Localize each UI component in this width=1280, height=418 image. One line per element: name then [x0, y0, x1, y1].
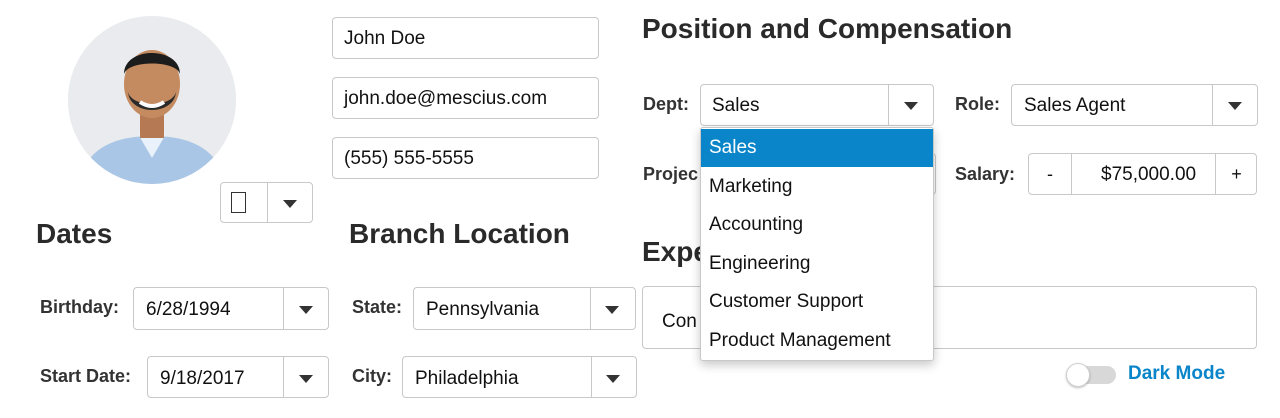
phone-field[interactable]: (555) 555-5555	[332, 137, 599, 179]
dept-dropdown-menu[interactable]: Sales Marketing Accounting Engineering C…	[700, 127, 934, 361]
person-avatar-icon	[68, 16, 236, 184]
photo-select[interactable]	[220, 182, 313, 223]
birthday-date-picker[interactable]: 6/28/1994	[133, 287, 329, 330]
chevron-down-icon	[283, 200, 297, 208]
project-label: Projec	[643, 164, 699, 184]
dates-heading: Dates	[36, 218, 113, 249]
dark-mode-label[interactable]: Dark Mode	[1128, 363, 1225, 385]
toggle-knob	[1066, 363, 1090, 387]
dept-option[interactable]: Marketing	[701, 168, 933, 206]
birthday-label: Birthday:	[40, 297, 120, 317]
salary-decrement-button[interactable]: -	[1029, 154, 1071, 194]
state-select[interactable]: Pennsylvania	[413, 287, 636, 330]
profile-photo	[68, 16, 236, 184]
dept-option[interactable]: Engineering	[701, 245, 933, 283]
dept-option[interactable]: Accounting	[701, 206, 933, 244]
chevron-down-icon[interactable]	[1228, 102, 1242, 110]
role-label: Role:	[955, 94, 1000, 114]
salary-label: Salary:	[955, 164, 1016, 184]
dept-option[interactable]: Product Management	[701, 322, 933, 360]
name-field[interactable]: John Doe	[332, 17, 599, 59]
start-date-label: Start Date:	[40, 366, 132, 386]
city-select[interactable]: Philadelphia	[402, 356, 637, 398]
chevron-down-icon[interactable]	[606, 375, 620, 383]
position-heading: Position and Compensation	[642, 13, 1013, 44]
dept-option[interactable]: Sales	[701, 129, 933, 167]
salary-stepper[interactable]: - $75,000.00 +	[1028, 153, 1257, 195]
email-field[interactable]: john.doe@mescius.com	[332, 77, 599, 119]
city-label: City:	[352, 366, 392, 386]
expertise-heading: Expe	[642, 236, 709, 267]
salary-value[interactable]: $75,000.00	[1101, 164, 1196, 186]
dark-mode-toggle[interactable]	[1066, 363, 1118, 387]
chevron-down-icon[interactable]	[299, 375, 313, 383]
start-date-picker[interactable]: 9/18/2017	[147, 356, 329, 398]
state-label: State:	[352, 297, 403, 317]
chevron-down-icon[interactable]	[904, 102, 918, 110]
chevron-down-icon[interactable]	[605, 306, 619, 314]
dept-label: Dept:	[643, 94, 689, 114]
dept-option[interactable]: Customer Support	[701, 283, 933, 321]
dept-select[interactable]: Sales	[700, 84, 934, 126]
photo-placeholder-icon	[231, 192, 246, 213]
branch-heading: Branch Location	[349, 218, 570, 249]
salary-increment-button[interactable]: +	[1216, 154, 1257, 194]
chevron-down-icon[interactable]	[299, 306, 313, 314]
role-select[interactable]: Sales Agent	[1011, 84, 1258, 126]
